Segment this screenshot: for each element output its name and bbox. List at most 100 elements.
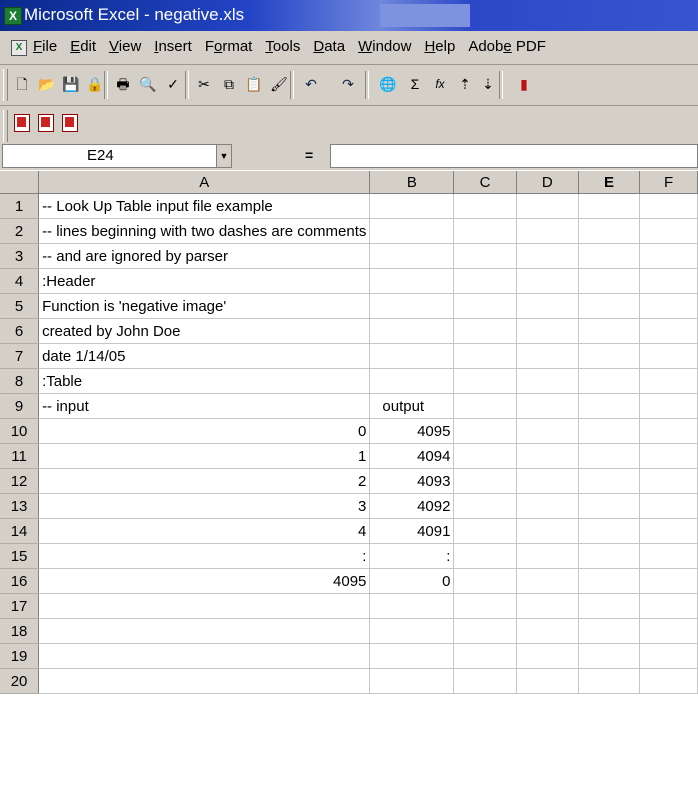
cell-a4[interactable]: :Header — [38, 268, 371, 294]
cell-d12[interactable] — [516, 468, 579, 494]
cell-f4[interactable] — [639, 268, 698, 294]
cell-f18[interactable] — [639, 618, 698, 644]
cell-f11[interactable] — [639, 443, 698, 469]
cut-icon[interactable]: ✂ — [194, 74, 214, 94]
cell-e18[interactable] — [578, 618, 641, 644]
cell-e6[interactable] — [578, 318, 641, 344]
cell-f3[interactable] — [639, 243, 698, 269]
cell-c18[interactable] — [453, 618, 517, 644]
cell-b14[interactable]: 4091 — [369, 518, 455, 544]
cell-c1[interactable] — [453, 193, 517, 219]
row-header[interactable]: 10 — [0, 418, 40, 444]
new-icon[interactable]: 🗋 — [12, 74, 32, 94]
cell-b20[interactable] — [369, 668, 455, 694]
cell-f20[interactable] — [639, 668, 698, 694]
chart-wizard-icon[interactable]: ▮ — [514, 74, 534, 94]
cell-f5[interactable] — [639, 293, 698, 319]
cell-a3[interactable]: -- and are ignored by parser — [38, 243, 371, 269]
cell-c19[interactable] — [453, 643, 517, 669]
row-header[interactable]: 15 — [0, 543, 40, 569]
cell-a10[interactable]: 0 — [38, 418, 371, 444]
cell-a19[interactable] — [38, 643, 371, 669]
cell-e13[interactable] — [578, 493, 641, 519]
toolbar-grip[interactable] — [3, 110, 8, 142]
cell-b9[interactable]: output — [369, 393, 455, 419]
cell-c2[interactable] — [453, 218, 517, 244]
row-header[interactable]: 11 — [0, 443, 40, 469]
cell-e8[interactable] — [578, 368, 641, 394]
cell-c12[interactable] — [453, 468, 517, 494]
row-header[interactable]: 7 — [0, 343, 40, 369]
cell-e7[interactable] — [578, 343, 641, 369]
cell-d19[interactable] — [516, 643, 579, 669]
cell-e2[interactable] — [578, 218, 641, 244]
row-header[interactable]: 4 — [0, 268, 40, 294]
select-all-corner[interactable] — [0, 171, 40, 194]
cell-d3[interactable] — [516, 243, 579, 269]
cell-a9[interactable]: -- input — [38, 393, 371, 419]
cell-e5[interactable] — [578, 293, 641, 319]
cell-a11[interactable]: 1 — [38, 443, 371, 469]
cell-d10[interactable] — [516, 418, 579, 444]
cell-f2[interactable] — [639, 218, 698, 244]
cell-b6[interactable] — [369, 318, 455, 344]
redo-icon[interactable]: ↷ — [338, 74, 358, 94]
toolbar-grip[interactable] — [3, 69, 8, 101]
cell-f8[interactable] — [639, 368, 698, 394]
menu-data[interactable]: Data — [313, 38, 345, 55]
menu-edit[interactable]: Edit — [70, 38, 96, 55]
row-header[interactable]: 20 — [0, 668, 40, 694]
column-header-a[interactable]: A — [38, 171, 371, 194]
save-icon[interactable]: 💾 — [61, 74, 81, 94]
cell-b2[interactable] — [369, 218, 455, 244]
column-header-d[interactable]: D — [516, 171, 579, 194]
cell-a20[interactable] — [38, 668, 371, 694]
undo-icon[interactable]: ↶ — [301, 74, 321, 94]
cell-f15[interactable] — [639, 543, 698, 569]
cell-e15[interactable] — [578, 543, 641, 569]
column-header-c[interactable]: C — [453, 171, 517, 194]
row-header[interactable]: 5 — [0, 293, 40, 319]
column-header-f[interactable]: F — [639, 171, 698, 194]
cell-c16[interactable] — [453, 568, 517, 594]
row-header[interactable]: 1 — [0, 193, 40, 219]
cell-e17[interactable] — [578, 593, 641, 619]
cell-b15[interactable]: : — [369, 543, 455, 569]
cell-d13[interactable] — [516, 493, 579, 519]
row-header[interactable]: 16 — [0, 568, 40, 594]
cell-d14[interactable] — [516, 518, 579, 544]
cell-b19[interactable] — [369, 643, 455, 669]
cell-e3[interactable] — [578, 243, 641, 269]
cell-e9[interactable] — [578, 393, 641, 419]
cell-a18[interactable] — [38, 618, 371, 644]
cell-d18[interactable] — [516, 618, 579, 644]
row-header[interactable]: 18 — [0, 618, 40, 644]
menu-window[interactable]: Window — [358, 38, 411, 55]
cell-b5[interactable] — [369, 293, 455, 319]
cell-b13[interactable]: 4092 — [369, 493, 455, 519]
row-header[interactable]: 12 — [0, 468, 40, 494]
cell-a5[interactable]: Function is 'negative image' — [38, 293, 371, 319]
cell-f16[interactable] — [639, 568, 698, 594]
cell-d15[interactable] — [516, 543, 579, 569]
cell-a2[interactable]: -- lines beginning with two dashes are c… — [38, 218, 371, 244]
cell-a7[interactable]: date 1/14/05 — [38, 343, 371, 369]
cell-f6[interactable] — [639, 318, 698, 344]
cell-b1[interactable] — [369, 193, 455, 219]
cell-b16[interactable]: 0 — [369, 568, 455, 594]
format-painter-icon[interactable]: 🖌 — [269, 74, 289, 94]
cell-f1[interactable] — [639, 193, 698, 219]
cell-a12[interactable]: 2 — [38, 468, 371, 494]
menu-tools[interactable]: Tools — [265, 38, 300, 55]
copy-icon[interactable]: ⧉ — [219, 74, 239, 94]
print-icon[interactable]: 🖶 — [113, 74, 133, 94]
cell-c10[interactable] — [453, 418, 517, 444]
cell-a16[interactable]: 4095 — [38, 568, 371, 594]
print-preview-icon[interactable]: 🔍 — [138, 74, 158, 94]
cell-c7[interactable] — [453, 343, 517, 369]
workbook-icon[interactable]: X — [11, 40, 27, 56]
convert-and-review-icon[interactable] — [60, 113, 80, 133]
sort-ascending-icon[interactable]: ⇡ — [455, 74, 475, 94]
cell-a15[interactable]: : — [38, 543, 371, 569]
formula-input[interactable] — [330, 144, 698, 168]
